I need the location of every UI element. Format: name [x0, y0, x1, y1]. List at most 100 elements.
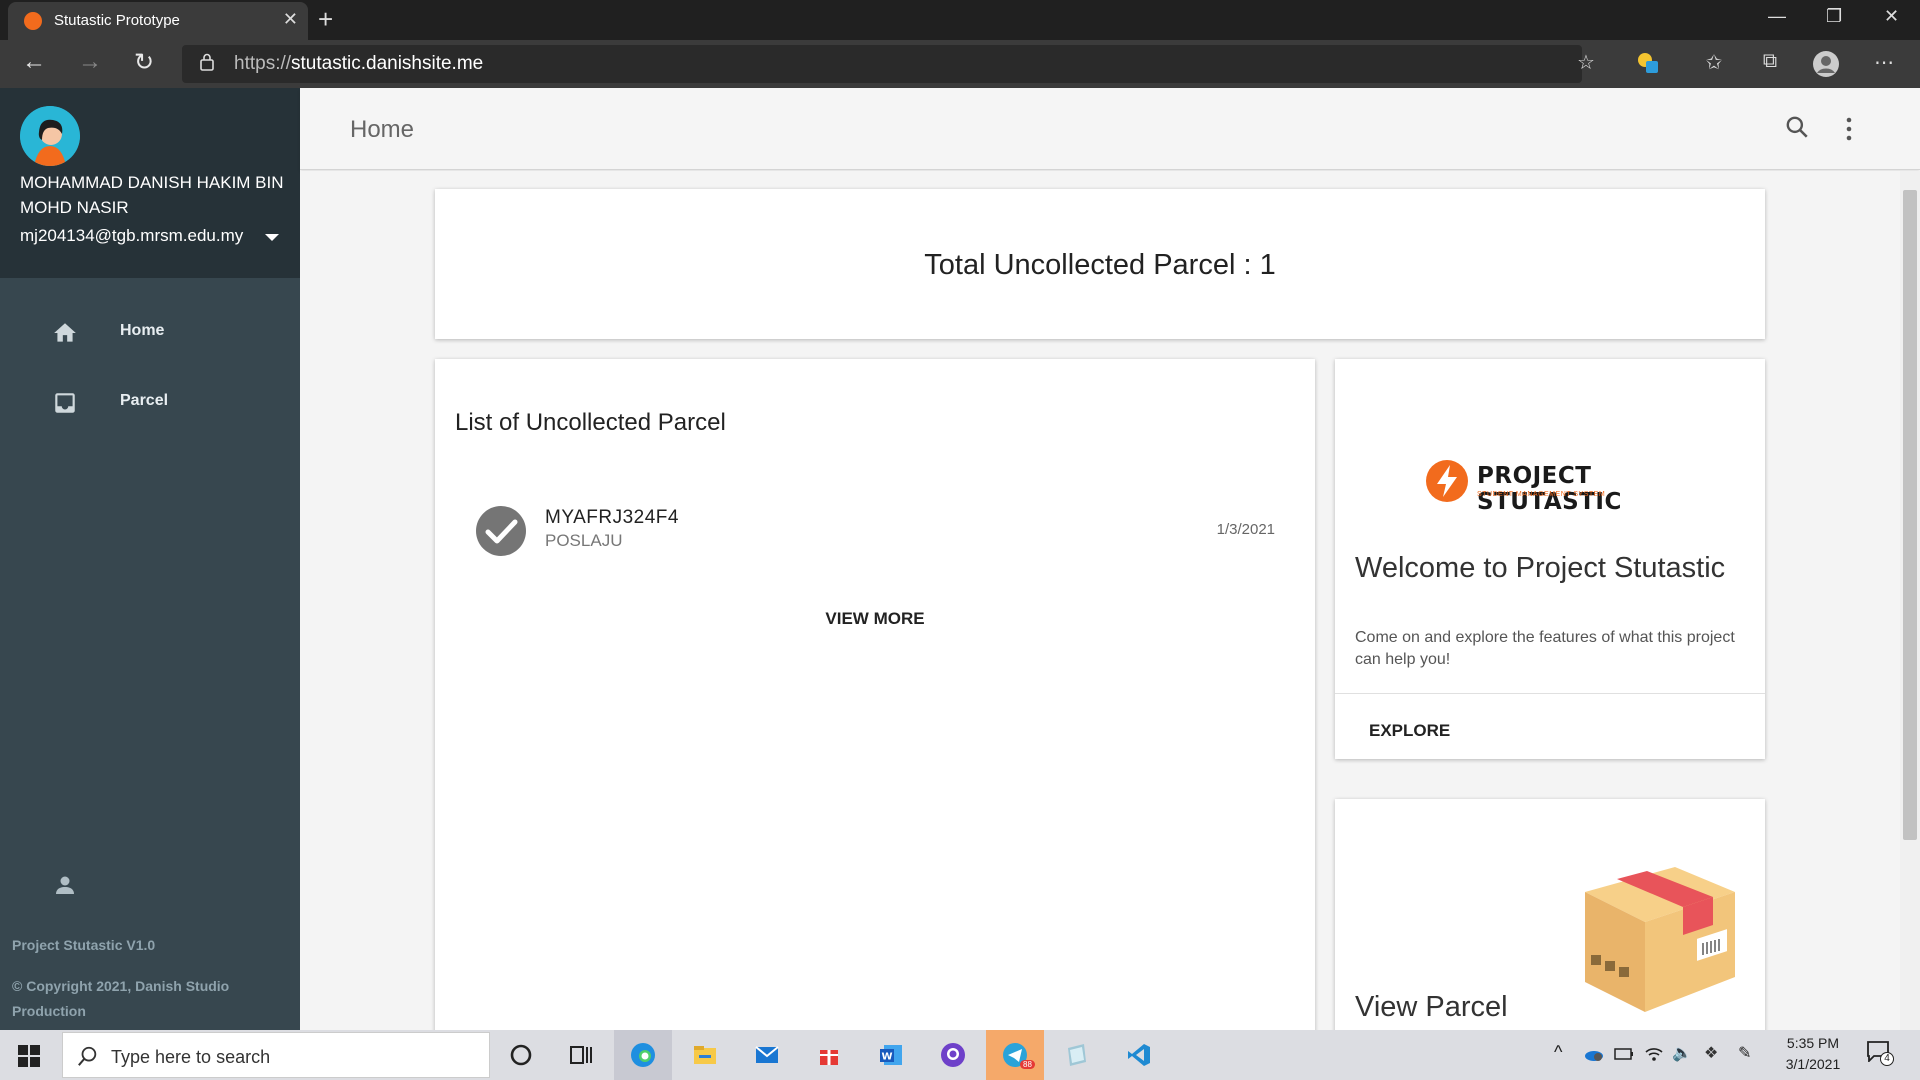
taskbar-time[interactable]: 5:35 PM	[1786, 1035, 1840, 1051]
total-uncollected-card: Total Uncollected Parcel : 1	[435, 189, 1765, 339]
more-vert-icon[interactable]	[1844, 116, 1854, 142]
reload-icon[interactable]: ↻	[128, 48, 160, 77]
view-more-button[interactable]: VIEW MORE	[435, 609, 1315, 629]
extension-icon[interactable]	[1634, 50, 1662, 82]
taskbar: Type here to search W 88 ^ 🔈 ❖ ✎ 5:35 PM…	[0, 1030, 1920, 1080]
more-options-icon[interactable]: ⋯	[1870, 50, 1898, 75]
word-icon: W	[880, 1045, 902, 1065]
sidebar-item-parcel[interactable]: Parcel	[0, 372, 300, 432]
search-icon[interactable]	[1784, 114, 1810, 140]
page-title: Home	[350, 116, 415, 143]
main-content: Total Uncollected Parcel : 1 List of Unc…	[300, 171, 1900, 1030]
list-item[interactable]: MYAFRJ324F4 POSLAJU 1/3/2021	[475, 505, 1275, 565]
tab-close-button[interactable]: ✕	[283, 9, 298, 30]
taskbar-app-notes[interactable]	[1048, 1030, 1106, 1080]
folder-icon	[694, 1046, 716, 1064]
back-arrow-icon[interactable]: ←	[18, 48, 50, 76]
logo-text: PROJECT STUTASTIC	[1477, 463, 1622, 515]
task-view-button[interactable]	[552, 1030, 610, 1080]
sidebar-item-label: Parcel	[120, 392, 169, 409]
sidebar-item-label: Home	[120, 322, 165, 339]
parcel-courier: POSLAJU	[545, 531, 623, 550]
edge-icon	[631, 1043, 655, 1067]
total-uncollected-text: Total Uncollected Parcel : 1	[924, 249, 1276, 281]
taskbar-app-telegram[interactable]: 88	[986, 1030, 1044, 1080]
lock-icon	[200, 53, 214, 71]
window-close-button[interactable]: ✕	[1884, 6, 1899, 27]
tab-title: Stutastic Prototype	[54, 12, 180, 29]
add-favorite-icon[interactable]: ☆	[1572, 50, 1600, 75]
taskbar-app-file-explorer[interactable]	[676, 1030, 734, 1080]
taskbar-app-word[interactable]: W	[862, 1030, 920, 1080]
onedrive-icon[interactable]	[1582, 1046, 1604, 1062]
vscode-icon	[1128, 1044, 1150, 1066]
view-parcel-card[interactable]: View Parcel	[1335, 799, 1765, 1030]
browser-tab[interactable]: Stutastic Prototype ✕	[8, 2, 308, 40]
address-bar[interactable]: https://stutastic.danishsite.me	[182, 45, 1582, 83]
taskbar-app-mail[interactable]	[738, 1030, 796, 1080]
stutastic-favicon-icon	[24, 12, 42, 30]
browser-tab-bar: Stutastic Prototype ✕ + — ❐ ✕	[0, 0, 1920, 40]
avatar	[20, 106, 80, 166]
forward-arrow-icon[interactable]: →	[74, 48, 106, 76]
home-icon	[54, 323, 76, 342]
restore-button[interactable]: ❐	[1826, 6, 1842, 27]
logo-subtitle: STUDENT MANAGEMENT SYSTEM	[1477, 491, 1606, 498]
inbox-icon	[55, 393, 75, 413]
gift-icon	[820, 1050, 838, 1065]
taskbar-app-edge[interactable]	[614, 1030, 672, 1080]
user-name: MOHAMMAD DANISH HAKIM BIN MOHD NASIR	[20, 173, 284, 217]
chevron-up-icon[interactable]: ^	[1554, 1042, 1562, 1063]
battery-icon[interactable]	[1614, 1048, 1634, 1060]
parcel-box-illustration	[1585, 867, 1735, 1012]
cortana-button[interactable]	[492, 1030, 550, 1080]
telegram-badge: 88	[1020, 1060, 1035, 1069]
volume-icon[interactable]: 🔈	[1672, 1043, 1692, 1063]
parcel-date: 1/3/2021	[1216, 521, 1275, 538]
check-circle-icon	[476, 506, 526, 556]
copyright-text: © Copyright 2021, Danish Studio Producti…	[12, 978, 230, 1019]
minimize-button[interactable]: —	[1768, 6, 1786, 27]
sidebar-item-home[interactable]: Home	[0, 302, 300, 362]
welcome-title: Welcome to Project Stutastic	[1355, 552, 1726, 584]
taskbar-search-input[interactable]: Type here to search	[62, 1032, 490, 1078]
user-email[interactable]: mj204134@tgb.mrsm.edu.my	[20, 226, 243, 246]
profile-icon[interactable]	[1812, 50, 1840, 84]
search-placeholder: Type here to search	[111, 1047, 271, 1067]
github-icon	[941, 1043, 965, 1067]
search-icon	[78, 1046, 97, 1066]
dropbox-icon[interactable]: ❖	[1704, 1043, 1718, 1063]
view-parcel-title: View Parcel	[1355, 991, 1508, 1023]
collections-icon[interactable]: ⧉	[1756, 50, 1784, 73]
taskbar-app-gift[interactable]	[800, 1030, 858, 1080]
taskbar-app-github[interactable]	[924, 1030, 982, 1080]
project-stutastic-logo: PROJECT STUTASTIC STUDENT MANAGEMENT SYS…	[1425, 459, 1685, 515]
sidebar: MOHAMMAD DANISH HAKIM BIN MOHD NASIR mj2…	[0, 88, 300, 1030]
parcel-list-title: List of Uncollected Parcel	[455, 409, 726, 436]
notes-icon	[1068, 1044, 1086, 1066]
explore-button[interactable]: EXPLORE	[1369, 721, 1450, 741]
svg-text:W: W	[881, 1052, 892, 1063]
windows-start-icon[interactable]	[18, 1045, 40, 1067]
browser-toolbar: ← → ↻ https://stutastic.danishsite.me ☆ …	[0, 40, 1920, 88]
new-tab-button[interactable]: +	[318, 4, 333, 35]
taskbar-date[interactable]: 3/1/2021	[1778, 1056, 1848, 1072]
app-version: Project Stutastic V1.0	[12, 937, 156, 953]
scrollbar-thumb[interactable]	[1903, 190, 1917, 840]
caret-down-icon[interactable]	[265, 234, 279, 241]
welcome-card: PROJECT STUTASTIC STUDENT MANAGEMENT SYS…	[1335, 359, 1765, 759]
url-text: https://stutastic.danishsite.me	[234, 53, 484, 74]
wifi-icon[interactable]	[1644, 1044, 1664, 1062]
person-icon[interactable]	[53, 873, 77, 897]
notification-count: 4	[1880, 1052, 1894, 1066]
parcel-list-card: List of Uncollected Parcel MYAFRJ324F4 P…	[435, 359, 1315, 1030]
mail-icon	[755, 1046, 779, 1063]
app-bar: Home	[300, 88, 1920, 170]
task-view-icon	[570, 1046, 592, 1064]
pen-icon[interactable]: ✎	[1738, 1043, 1751, 1063]
divider	[1335, 693, 1765, 694]
lightning-logo-icon	[1426, 460, 1468, 502]
taskbar-app-vscode[interactable]	[1110, 1030, 1168, 1080]
notification-center-button[interactable]: 4	[1866, 1040, 1896, 1070]
favorites-icon[interactable]: ✩	[1700, 50, 1728, 75]
